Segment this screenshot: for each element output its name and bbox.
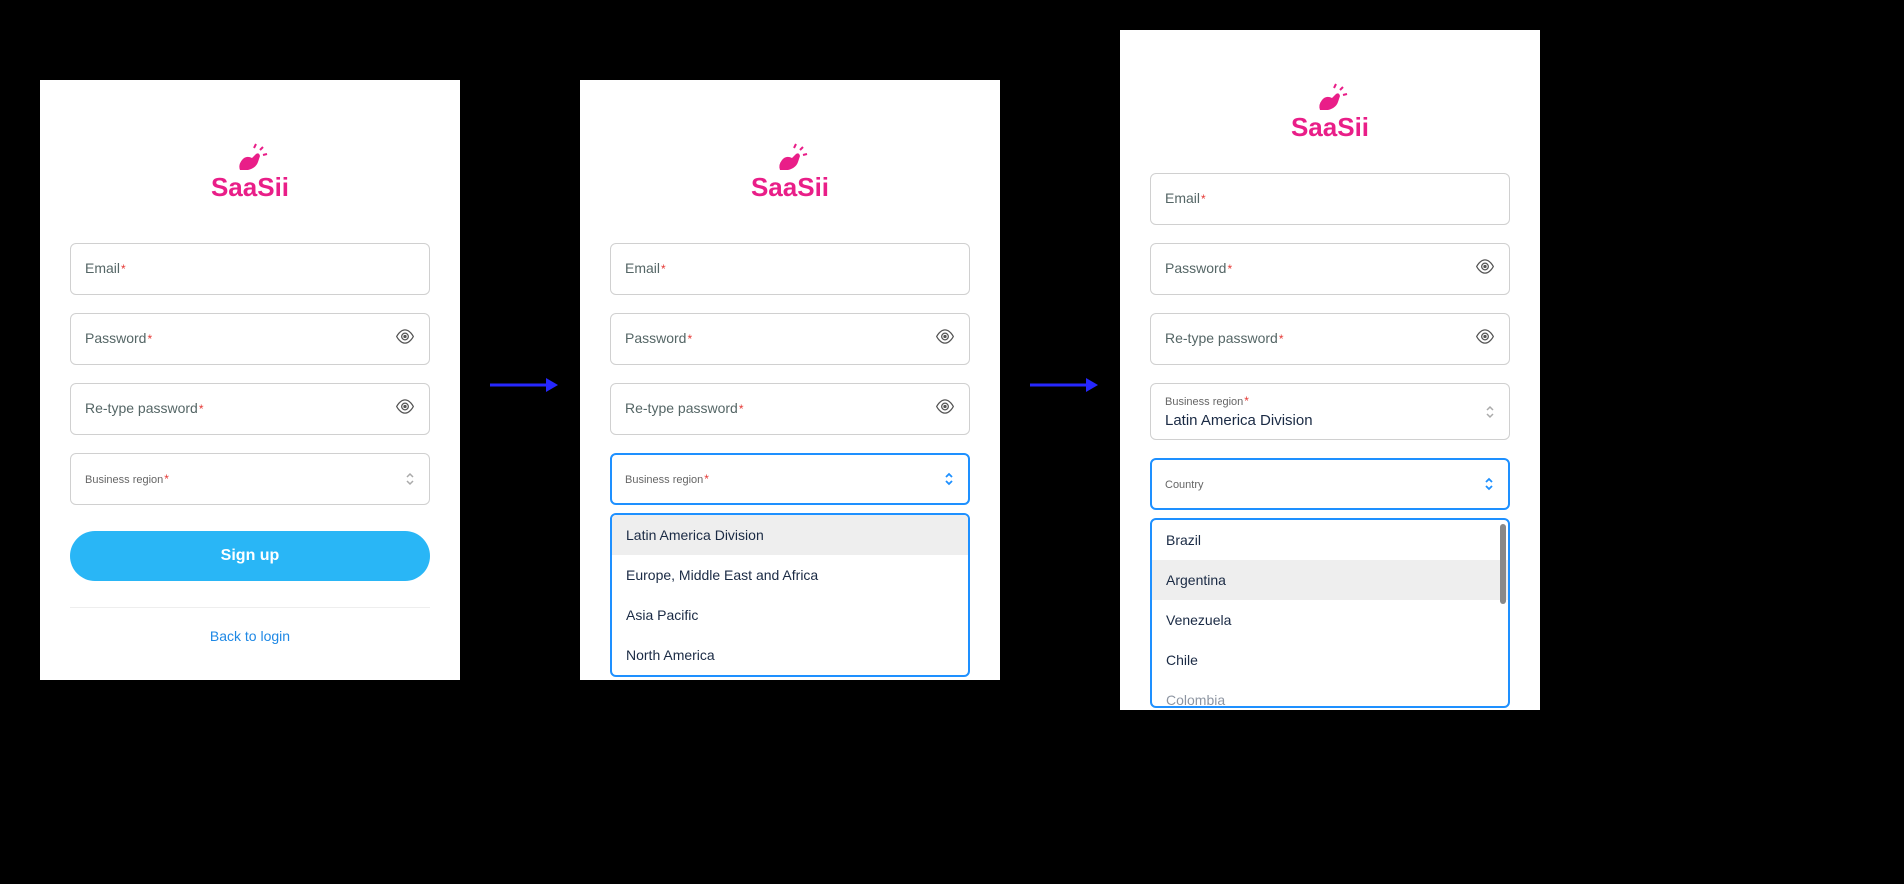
region-option[interactable]: Europe, Middle East and Africa [612, 555, 968, 595]
scrollbar-thumb[interactable] [1500, 524, 1506, 604]
chevron-updown-icon [405, 472, 415, 486]
email-field[interactable]: Email* [610, 243, 970, 295]
email-field[interactable]: Email* [1150, 173, 1510, 225]
retype-password-field[interactable]: Re-type password* [1150, 313, 1510, 365]
region-select[interactable]: Business region* [610, 453, 970, 505]
country-option[interactable]: Colombia [1152, 680, 1508, 708]
retype-password-field[interactable]: Re-type password* [610, 383, 970, 435]
brand-logo: SaaSii [70, 140, 430, 203]
password-field[interactable]: Password* [70, 313, 430, 365]
retype-password-field[interactable]: Re-type password* [70, 383, 430, 435]
country-dropdown: Brazil Argentina Venezuela Chile Colombi… [1150, 518, 1510, 708]
chevron-updown-icon [1484, 477, 1494, 491]
eye-icon[interactable] [395, 397, 415, 422]
region-option[interactable]: North America [612, 635, 968, 675]
brand-logo: SaaSii [610, 140, 970, 203]
signup-form-state-2: SaaSii Email* Password* Re-type password… [580, 80, 1000, 680]
chevron-updown-icon [1485, 405, 1495, 419]
password-field[interactable]: Password* [1150, 243, 1510, 295]
country-option[interactable]: Argentina [1152, 560, 1508, 600]
divider [70, 607, 430, 608]
country-option[interactable]: Brazil [1152, 520, 1508, 560]
back-to-login-link[interactable]: Back to login [70, 628, 430, 644]
brand-logo: SaaSii [1150, 80, 1510, 143]
country-select[interactable]: Country [1150, 458, 1510, 510]
region-option[interactable]: Latin America Division [612, 515, 968, 555]
brand-text: SaaSii [211, 172, 289, 203]
region-option[interactable]: Asia Pacific [612, 595, 968, 635]
region-value: Latin America Division [1165, 412, 1495, 429]
eye-icon[interactable] [935, 397, 955, 422]
email-field[interactable]: Email* [70, 243, 430, 295]
eye-icon[interactable] [1475, 257, 1495, 282]
region-select[interactable]: Business region* Latin America Division [1150, 383, 1510, 440]
signup-form-state-3: SaaSii Email* Password* Re-type password… [1120, 30, 1540, 710]
signup-button[interactable]: Sign up [70, 531, 430, 581]
flow-arrow [490, 375, 550, 381]
eye-icon[interactable] [395, 327, 415, 352]
eye-icon[interactable] [1475, 327, 1495, 352]
eye-icon[interactable] [935, 327, 955, 352]
country-option[interactable]: Chile [1152, 640, 1508, 680]
password-field[interactable]: Password* [610, 313, 970, 365]
region-select[interactable]: Business region* [70, 453, 430, 505]
country-option[interactable]: Venezuela [1152, 600, 1508, 640]
signup-form-state-1: SaaSii Email* Password* Re-type password… [40, 80, 460, 680]
region-dropdown: Latin America Division Europe, Middle Ea… [610, 513, 970, 677]
chevron-updown-icon [944, 472, 954, 486]
brand-text: SaaSii [1291, 112, 1369, 143]
flow-arrow [1030, 375, 1090, 381]
brand-text: SaaSii [751, 172, 829, 203]
